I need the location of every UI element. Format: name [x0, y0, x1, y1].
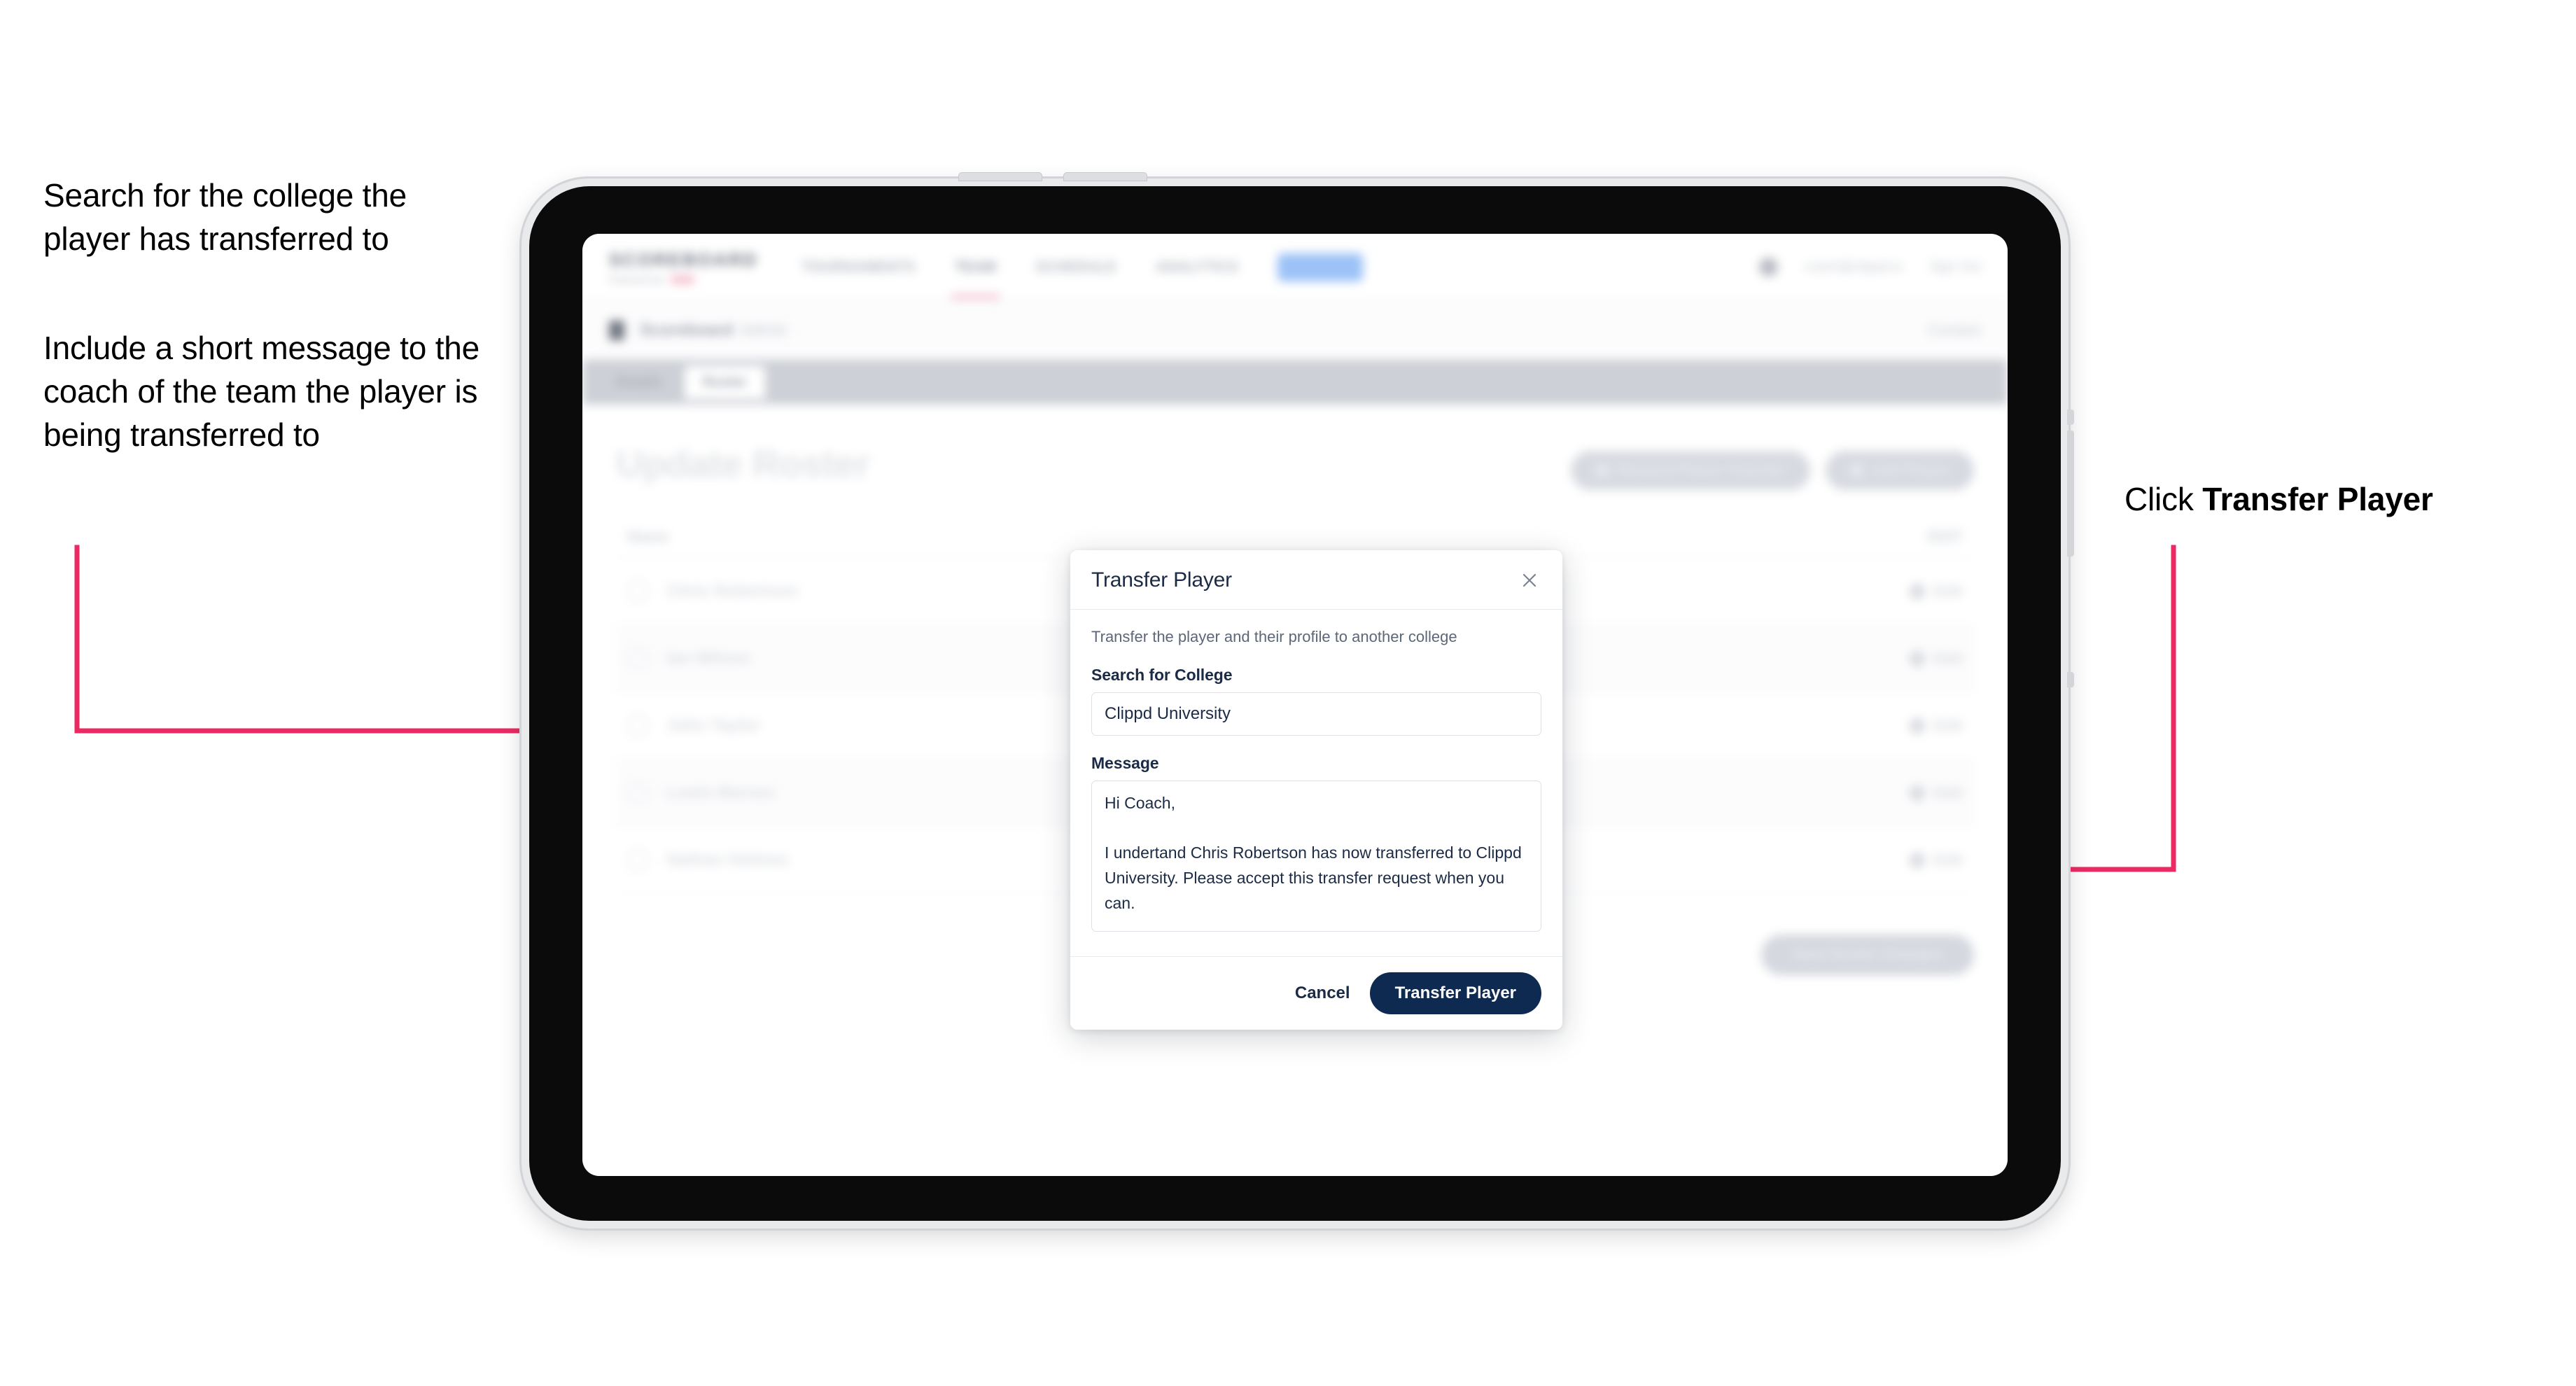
edit-link[interactable]: Edit: [1907, 783, 1963, 803]
row-checkbox[interactable]: [627, 849, 648, 871]
edit-link[interactable]: Edit: [1907, 648, 1963, 668]
tablet-device: SCOREBOARD Powered by TOURNAMENTS TEAM S…: [522, 173, 2074, 1228]
column-header-name: Name: [627, 528, 669, 545]
edit-label: Edit: [1933, 582, 1963, 600]
row-checkbox[interactable]: [627, 580, 648, 602]
volume-up-button: [959, 173, 1042, 181]
brand-chip-icon: [670, 276, 694, 284]
annotation-search-college: Search for the college the player has tr…: [43, 177, 407, 258]
message-field-label: Message: [1091, 754, 1159, 772]
edit-link[interactable]: Edit: [1907, 850, 1963, 870]
page-title: Update Roster: [616, 443, 870, 485]
add-player-label: Add Player: [1872, 462, 1949, 478]
player-name: Lewis Barnes: [666, 783, 775, 802]
row-checkbox[interactable]: [627, 648, 648, 669]
pencil-icon: [1907, 648, 1928, 668]
annotation-click-prefix: Click: [2124, 481, 2203, 517]
modal-description: Transfer the player and their profile to…: [1091, 628, 1457, 645]
nav-right-cluster: coach@clippd.io Sign Out: [1759, 258, 1981, 276]
edit-label: Edit: [1933, 716, 1963, 734]
modal-header: Transfer Player: [1070, 550, 1562, 610]
nav-item-analytics[interactable]: ANALYTICS: [1156, 259, 1238, 276]
nav-links: TOURNAMENTS TEAM SCHEDULE ANALYTICS ADMI…: [802, 253, 1364, 298]
player-name: Ian Wilson: [666, 648, 750, 668]
request-player-transfer-label: Request Player Transfer: [1616, 462, 1786, 478]
book-icon: [609, 320, 624, 340]
edit-label: Edit: [1933, 783, 1963, 802]
pencil-icon: [1907, 581, 1928, 601]
breadcrumb-contact-link[interactable]: Contact: [1928, 321, 1981, 340]
college-field-label: Search for College: [1091, 666, 1233, 684]
nav-item-tournaments[interactable]: TOURNAMENTS: [802, 259, 916, 276]
side-button-bottom: [2067, 672, 2074, 687]
save-roster-changes-button[interactable]: Save Roster Changes: [1761, 934, 1974, 975]
pencil-icon: [1907, 850, 1928, 870]
nav-item-team[interactable]: TEAM: [950, 259, 1000, 298]
edit-link[interactable]: Edit: [1907, 581, 1963, 601]
row-checkbox[interactable]: [627, 715, 648, 736]
plus-icon: [1851, 464, 1864, 477]
sign-out-link[interactable]: Sign Out: [1929, 260, 1981, 275]
modal-body: Transfer the player and their profile to…: [1070, 610, 1562, 956]
edit-link[interactable]: Edit: [1907, 715, 1963, 736]
brand-powered-by: Powered by: [609, 274, 664, 285]
transfer-player-button[interactable]: Transfer Player: [1369, 972, 1541, 1014]
tab-roster[interactable]: Roster: [684, 365, 765, 399]
side-button-top: [2067, 410, 2074, 425]
tablet-body: SCOREBOARD Powered by TOURNAMENTS TEAM S…: [529, 186, 2061, 1221]
close-icon[interactable]: [1518, 568, 1541, 592]
nav-item-schedule[interactable]: SCHEDULE: [1035, 259, 1116, 276]
transfer-icon: [1595, 464, 1609, 477]
tab-details[interactable]: Details: [598, 366, 680, 399]
cancel-button[interactable]: Cancel: [1295, 983, 1350, 1003]
annotation-click-bold: Transfer Player: [2202, 481, 2433, 517]
field-spacer: [1091, 736, 1541, 754]
transfer-player-modal: Transfer Player Transfer the player and …: [1070, 550, 1562, 1030]
row-checkbox[interactable]: [627, 782, 648, 804]
volume-down-button: [1064, 173, 1147, 181]
avatar[interactable]: [1759, 258, 1779, 276]
nav-user-email: coach@clippd.io: [1805, 259, 1903, 274]
annotation-include-message: Include a short message to the coach of …: [43, 330, 480, 454]
brand-subline: Powered by: [609, 274, 758, 285]
brand-wordmark: SCOREBOARD: [609, 249, 758, 270]
search-college-input[interactable]: [1091, 692, 1541, 736]
edit-label: Edit: [1933, 850, 1963, 869]
breadcrumb-bar: Scoreboard Admin Contact: [582, 301, 2008, 360]
screenshot-canvas: Search for the college the player has tr…: [0, 0, 2576, 1386]
tab-bar: Details Roster: [582, 360, 2008, 405]
side-button-mid: [2067, 430, 2074, 556]
tablet-screen: SCOREBOARD Powered by TOURNAMENTS TEAM S…: [582, 234, 2008, 1176]
header-actions: Request Player Transfer Add Player: [1570, 451, 1974, 490]
add-player-button[interactable]: Add Player: [1826, 451, 1974, 490]
player-name: John Taylor: [666, 715, 761, 735]
column-header-edit: EDIT: [1927, 528, 1963, 545]
nav-item-admin[interactable]: ADMIN: [1278, 253, 1364, 281]
edit-label: Edit: [1933, 649, 1963, 667]
pencil-icon: [1907, 783, 1928, 803]
breadcrumb-suffix: Admin: [740, 320, 788, 340]
modal-title: Transfer Player: [1091, 568, 1232, 592]
modal-footer: Cancel Transfer Player: [1070, 956, 1562, 1030]
content-header: Update Roster Request Player Transfer Ad…: [616, 442, 1974, 490]
request-player-transfer-button[interactable]: Request Player Transfer: [1570, 451, 1811, 490]
player-name: Chris Robertson: [666, 581, 799, 601]
message-textarea[interactable]: Hi Coach, I undertand Chris Robertson ha…: [1091, 780, 1541, 932]
player-name: Nathan Holmes: [666, 850, 789, 869]
pencil-icon: [1907, 715, 1928, 736]
breadcrumb-current[interactable]: Scoreboard: [640, 321, 733, 340]
annotation-click-transfer: Click Transfer Player: [2124, 477, 2558, 521]
brand-logo: SCOREBOARD Powered by: [609, 249, 758, 285]
top-navigation: SCOREBOARD Powered by TOURNAMENTS TEAM S…: [582, 234, 2008, 301]
